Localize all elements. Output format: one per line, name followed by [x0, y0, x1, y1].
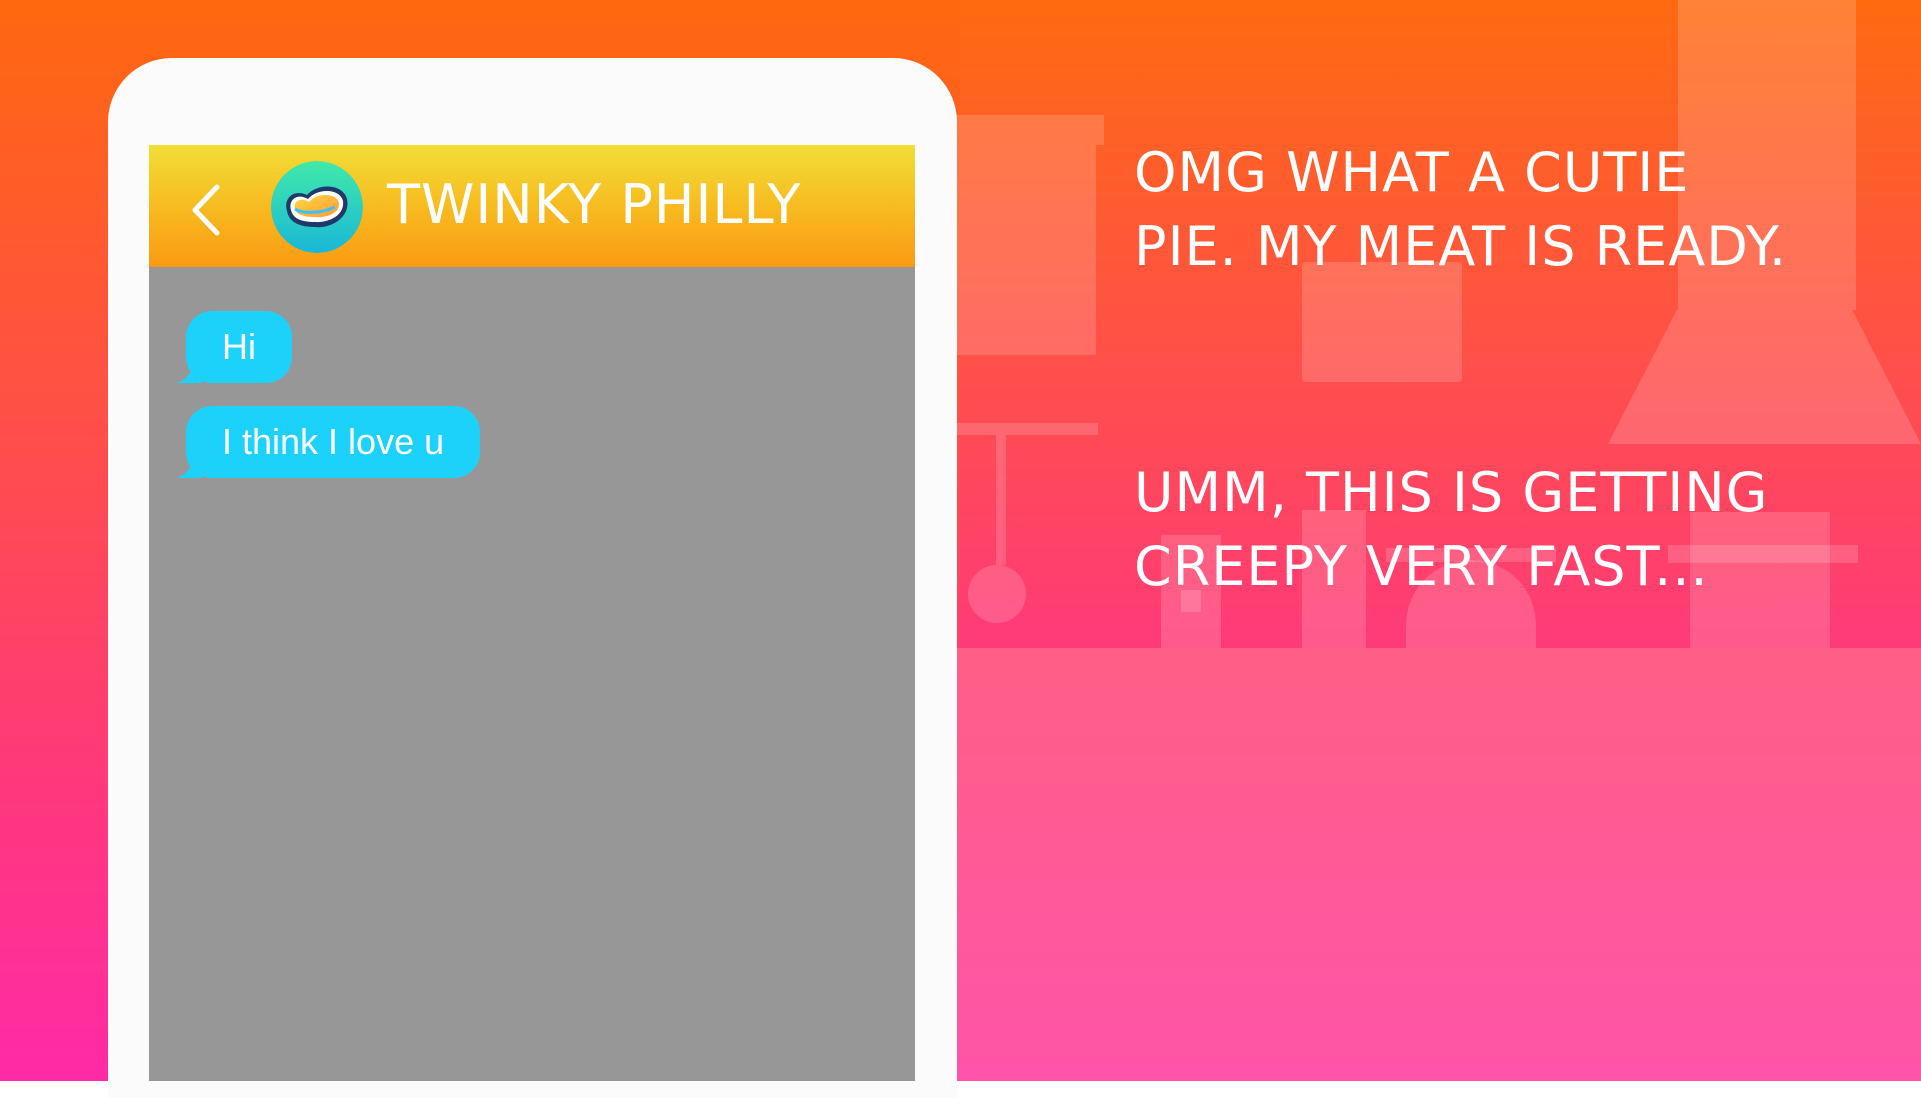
- cabinet-trim: [1096, 115, 1104, 145]
- kitchen-floor: [956, 648, 1921, 1081]
- chat-header: TWINKY PHILLY: [149, 145, 915, 267]
- bubble-tail: [176, 361, 202, 383]
- pot: [1690, 512, 1830, 648]
- contact-name: TWINKY PHILLY: [387, 173, 802, 236]
- heart-logo-icon[interactable]: [271, 161, 363, 253]
- caption-line: PIE. MY MEAT IS READY.: [1134, 215, 1788, 278]
- upper-cabinet: [956, 115, 1096, 355]
- caption-line: OMG WHAT A CUTIE: [1134, 141, 1690, 204]
- range-hood: [1608, 310, 1921, 444]
- message-text: Hi: [222, 326, 256, 367]
- message-bubble: I think I love u: [176, 406, 481, 478]
- chat-screen: TWINKY PHILLY Hi I think I love u: [149, 145, 915, 1081]
- shelf: [956, 423, 1098, 435]
- message-bubble: Hi: [176, 311, 292, 383]
- message-text: I think I love u: [222, 421, 445, 462]
- caption-line: UMM, THIS IS GETTING: [1134, 461, 1769, 524]
- bubble-tail: [176, 456, 202, 478]
- utensil-ladle: [968, 565, 1026, 623]
- chevron-left-icon[interactable]: [185, 183, 229, 237]
- caption-line: CREEPY VERY FAST...: [1134, 535, 1709, 598]
- utensil-rod: [996, 435, 1006, 565]
